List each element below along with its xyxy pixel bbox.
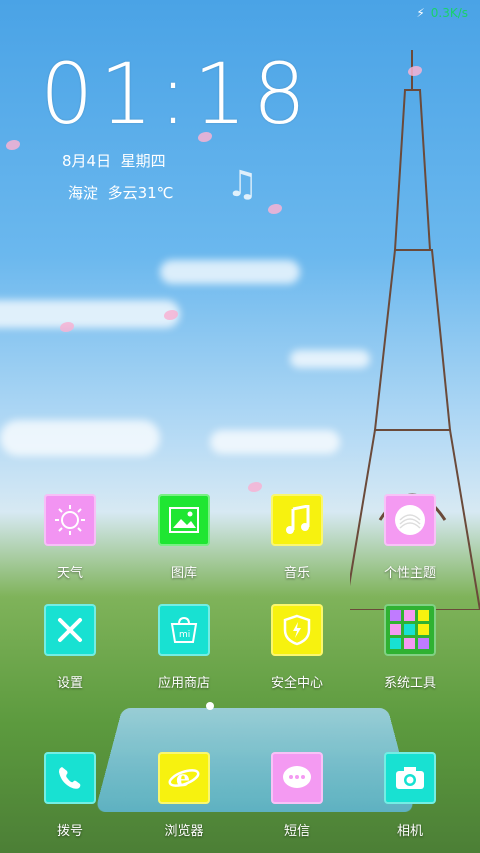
camera-icon — [384, 752, 436, 804]
date: 8月4日 — [62, 152, 112, 170]
app-system-tools-folder[interactable]: 系统工具 — [360, 604, 460, 691]
message-icon — [271, 752, 323, 804]
app-gallery[interactable]: 图库 — [134, 494, 234, 581]
folder-grid-icon — [384, 604, 436, 656]
music-note-icon[interactable]: ♫ — [226, 164, 258, 205]
shield-icon — [271, 604, 323, 656]
app-label: 图库 — [170, 566, 197, 581]
app-label: 天气 — [56, 566, 83, 581]
date-line: 8月4日 星期四 — [62, 150, 166, 171]
weekday: 星期四 — [120, 152, 166, 170]
theme-icon — [384, 494, 436, 546]
app-theme[interactable]: 个性主题 — [360, 494, 460, 581]
page-indicator — [206, 702, 214, 710]
weather-line[interactable]: 海淀 多云31℃ — [68, 182, 174, 203]
app-label: 系统工具 — [383, 676, 436, 691]
svg-text:e: e — [176, 766, 190, 792]
weather: 多云31℃ — [107, 184, 174, 202]
app-label: 短信 — [283, 824, 310, 839]
picture-icon — [158, 494, 210, 546]
location: 海淀 — [68, 184, 99, 202]
app-security[interactable]: 安全中心 — [247, 604, 347, 691]
app-settings[interactable]: 设置 — [20, 604, 120, 691]
app-label: 相机 — [396, 824, 423, 839]
app-weather[interactable]: 天气 — [20, 494, 120, 581]
app-label: 应用商店 — [157, 676, 210, 691]
dock-messages[interactable]: 短信 — [247, 752, 347, 839]
app-store[interactable]: mi 应用商店 — [134, 604, 234, 691]
status-bar: ⚡ 0.3K/s — [416, 6, 468, 20]
app-label: 设置 — [56, 676, 83, 691]
app-label: 拨号 — [56, 824, 83, 839]
clock-time[interactable]: 01:18 — [40, 52, 312, 136]
app-label: 安全中心 — [270, 676, 323, 691]
shopping-bag-icon: mi — [158, 604, 210, 656]
music-note-icon — [271, 494, 323, 546]
dock-camera[interactable]: 相机 — [360, 752, 460, 839]
dock-dialer[interactable]: 拨号 — [20, 752, 120, 839]
app-label: 浏览器 — [164, 824, 204, 839]
lightning-icon: ⚡ — [416, 6, 425, 20]
dock-browser[interactable]: e 浏览器 — [134, 752, 234, 839]
app-label: 个性主题 — [383, 566, 436, 581]
svg-text:mi: mi — [179, 630, 190, 640]
app-music[interactable]: 音乐 — [247, 494, 347, 581]
tools-icon — [44, 604, 96, 656]
sun-icon — [44, 494, 96, 546]
network-speed: 0.3K/s — [430, 6, 468, 20]
browser-e-icon: e — [158, 752, 210, 804]
app-label: 音乐 — [283, 566, 310, 581]
phone-icon — [44, 752, 96, 804]
